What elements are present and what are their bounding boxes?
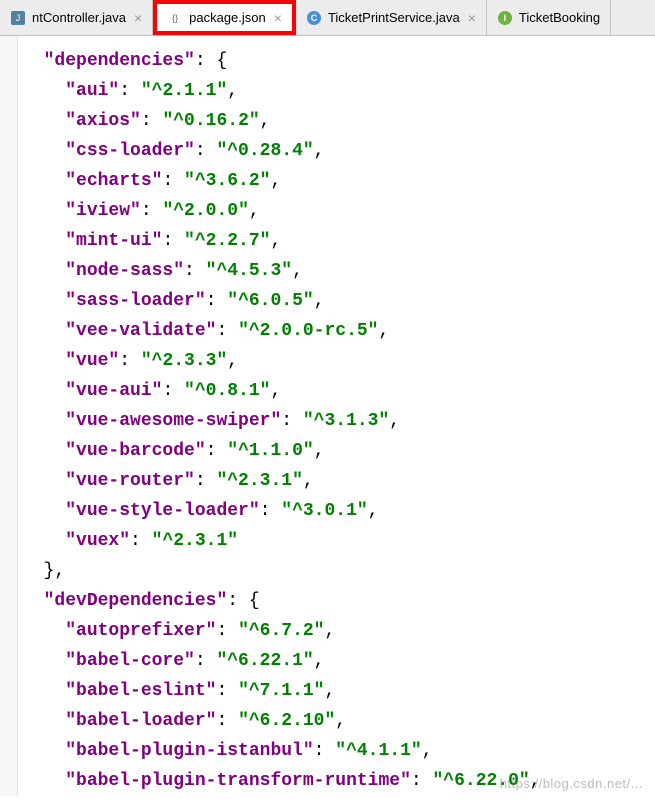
c-file-icon: C xyxy=(306,10,322,26)
code-line: "aui": "^2.1.1", xyxy=(22,76,655,106)
gutter xyxy=(0,36,18,796)
tab-label: ntController.java xyxy=(32,10,126,25)
editor-tab[interactable]: C TicketPrintService.java × xyxy=(296,0,487,35)
close-icon[interactable]: × xyxy=(134,10,142,26)
j-file-icon: J xyxy=(10,10,26,26)
code-line: "vue-awesome-swiper": "^3.1.3", xyxy=(22,406,655,436)
code-line: "css-loader": "^0.28.4", xyxy=(22,136,655,166)
editor-tab[interactable]: JntController.java × xyxy=(0,0,153,35)
code-line: "babel-core": "^6.22.1", xyxy=(22,646,655,676)
i-file-icon: I xyxy=(497,10,513,26)
code-line: "babel-plugin-istanbul": "^4.1.1", xyxy=(22,736,655,766)
code-line: "mint-ui": "^2.2.7", xyxy=(22,226,655,256)
code-line: "dependencies": { xyxy=(22,46,655,76)
code-line: }, xyxy=(22,556,655,586)
code-line: "vee-validate": "^2.0.0-rc.5", xyxy=(22,316,655,346)
code-editor: "dependencies": { "aui": "^2.1.1", "axio… xyxy=(0,36,655,796)
code-line: "babel-eslint": "^7.1.1", xyxy=(22,676,655,706)
tab-label: TicketPrintService.java xyxy=(328,10,460,25)
editor-tab[interactable]: {} package.json × xyxy=(153,0,296,35)
code-content: "dependencies": { "aui": "^2.1.1", "axio… xyxy=(0,46,655,796)
code-line: "vue-barcode": "^1.1.0", xyxy=(22,436,655,466)
code-line: "vue-aui": "^0.8.1", xyxy=(22,376,655,406)
watermark: https://blog.csdn.net/... xyxy=(500,776,643,791)
json-file-icon: {} xyxy=(167,10,183,26)
code-line: "babel-loader": "^6.2.10", xyxy=(22,706,655,736)
code-line: "autoprefixer": "^6.7.2", xyxy=(22,616,655,646)
close-icon[interactable]: × xyxy=(274,10,282,26)
tab-label: TicketBooking xyxy=(519,10,600,25)
code-line: "devDependencies": { xyxy=(22,586,655,616)
code-line: "axios": "^0.16.2", xyxy=(22,106,655,136)
editor-tabs: JntController.java × {} package.json × C Ticke… xyxy=(0,0,655,36)
editor-tab[interactable]: I TicketBooking xyxy=(487,0,611,35)
code-line: "vue-style-loader": "^3.0.1", xyxy=(22,496,655,526)
code-line: "vue-router": "^2.3.1", xyxy=(22,466,655,496)
code-line: "sass-loader": "^6.0.5", xyxy=(22,286,655,316)
code-line: "iview": "^2.0.0", xyxy=(22,196,655,226)
code-line: "echarts": "^3.6.2", xyxy=(22,166,655,196)
tab-label: package.json xyxy=(189,10,266,25)
code-line: "node-sass": "^4.5.3", xyxy=(22,256,655,286)
close-icon[interactable]: × xyxy=(468,10,476,26)
code-line: "vuex": "^2.3.1" xyxy=(22,526,655,556)
code-line: "vue": "^2.3.3", xyxy=(22,346,655,376)
